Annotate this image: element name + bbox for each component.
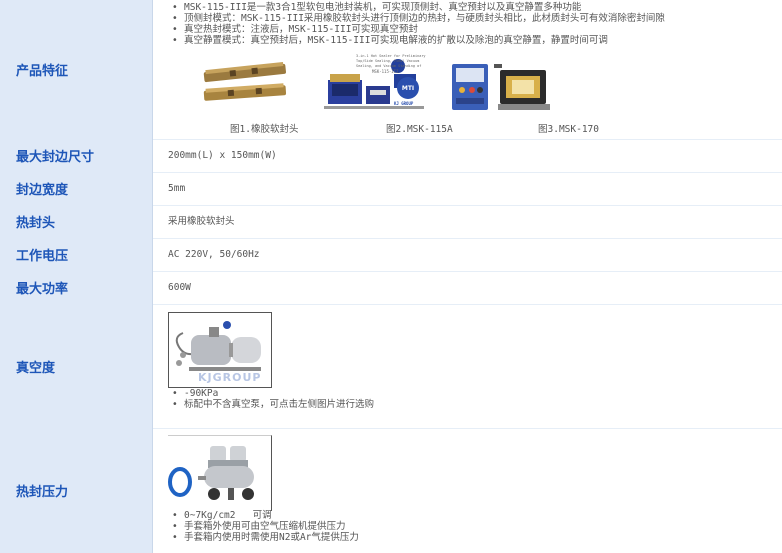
pressure-item: 手套箱外使用可由空气压缩机提供压力 (168, 521, 359, 532)
vacuum-label: 真空度 (0, 304, 153, 428)
feature-item: 真空热封模式：注液后，MSK-115-III可实现真空预封 (168, 24, 665, 35)
max-power-value: 600W (168, 282, 191, 293)
max-seal-size-label: 最大封边尺寸 (0, 139, 153, 172)
vacuum-item: -90KPa (168, 388, 374, 399)
figure-caption-3: 图3.MSK-170 (538, 124, 599, 135)
max-seal-size-value: 200mm(L) x 150mm(W) (168, 150, 277, 161)
vacuum-bullets: -90KPa 标配中不含真空泵，可点击左侧图片进行选购 (168, 388, 374, 410)
fig2-heading-text: 3-in-1 Hot Sealer for Preliminary Top/Si… (356, 54, 426, 68)
seal-width-value: 5mm (168, 183, 186, 194)
feature-item: 顶侧封模式：MSK-115-III采用橡胶软封头进行顶侧边的热封，与硬质封头相比… (168, 13, 665, 24)
msk-170-machine-image[interactable] (450, 60, 555, 116)
figure-caption-2: 图2.MSK-115A (386, 124, 453, 135)
pressure-bullets: 0~7Kg/cm2 可调 手套箱外使用可由空气压缩机提供压力 手套箱内使用时需使… (168, 510, 359, 543)
heat-head-value: 采用橡胶软封头 (168, 216, 235, 227)
max-power-label: 最大功率 (0, 271, 153, 304)
spec-row-max-seal-size: 最大封边尺寸 200mm(L) x 150mm(W) (0, 139, 782, 173)
spec-row-max-power: 最大功率 600W (0, 271, 782, 305)
air-compressor-image[interactable] (168, 435, 272, 511)
voltage-label: 工作电压 (0, 238, 153, 271)
feature-item: 真空静置模式：真空预封后，MSK-115-III可实现电解液的扩散以及除泡的真空… (168, 35, 665, 46)
spec-row-heat-head: 热封头 采用橡胶软封头 (0, 205, 782, 239)
features-bullets: MSK-115-III是一款3合1型软包电池封装机，可实现顶侧封、真空预封以及真… (168, 2, 665, 46)
pressure-item: 手套箱内使用时需使用N2或Ar气提供压力 (168, 532, 359, 543)
vacuum-item: 标配中不含真空泵，可点击左侧图片进行选购 (168, 399, 374, 410)
feature-item: MSK-115-III是一款3合1型软包电池封装机，可实现顶侧封、真空预封以及真… (168, 2, 665, 13)
rubber-sealing-head-image[interactable] (200, 56, 290, 108)
voltage-value: AC 220V, 50/60Hz (168, 249, 260, 260)
spec-row-vacuum: 真空度 KJGROUP -90KPa 标配中不含真空泵，可点击左侧图片进行选购 (0, 304, 782, 429)
heat-head-label: 热封头 (0, 205, 153, 238)
seal-width-label: 封边宽度 (0, 172, 153, 205)
sealing-pressure-label: 热封压力 (0, 428, 153, 553)
spec-row-voltage: 工作电压 AC 220V, 50/60Hz (0, 238, 782, 272)
figure-caption-1: 图1.橡胶软封头 (230, 124, 299, 135)
mti-logo-subtitle: KJ GROUP (394, 101, 414, 106)
fig2-model-text: MSK-115-III (372, 69, 399, 74)
vacuum-image-watermark: KJGROUP (198, 371, 262, 384)
spec-row-seal-width: 封边宽度 5mm (0, 172, 782, 206)
pressure-item: 0~7Kg/cm2 可调 (168, 510, 359, 521)
mti-logo: MTI (397, 77, 419, 99)
features-label: 产品特征 (0, 0, 153, 139)
features-row: 产品特征 MSK-115-III是一款3合1型软包电池封装机，可实现顶侧封、真空… (0, 0, 782, 140)
spec-row-sealing-pressure: 热封压力 0~7Kg/cm2 可调 手套箱外使用可由空气压缩机提供压力 手套箱内… (0, 428, 782, 553)
